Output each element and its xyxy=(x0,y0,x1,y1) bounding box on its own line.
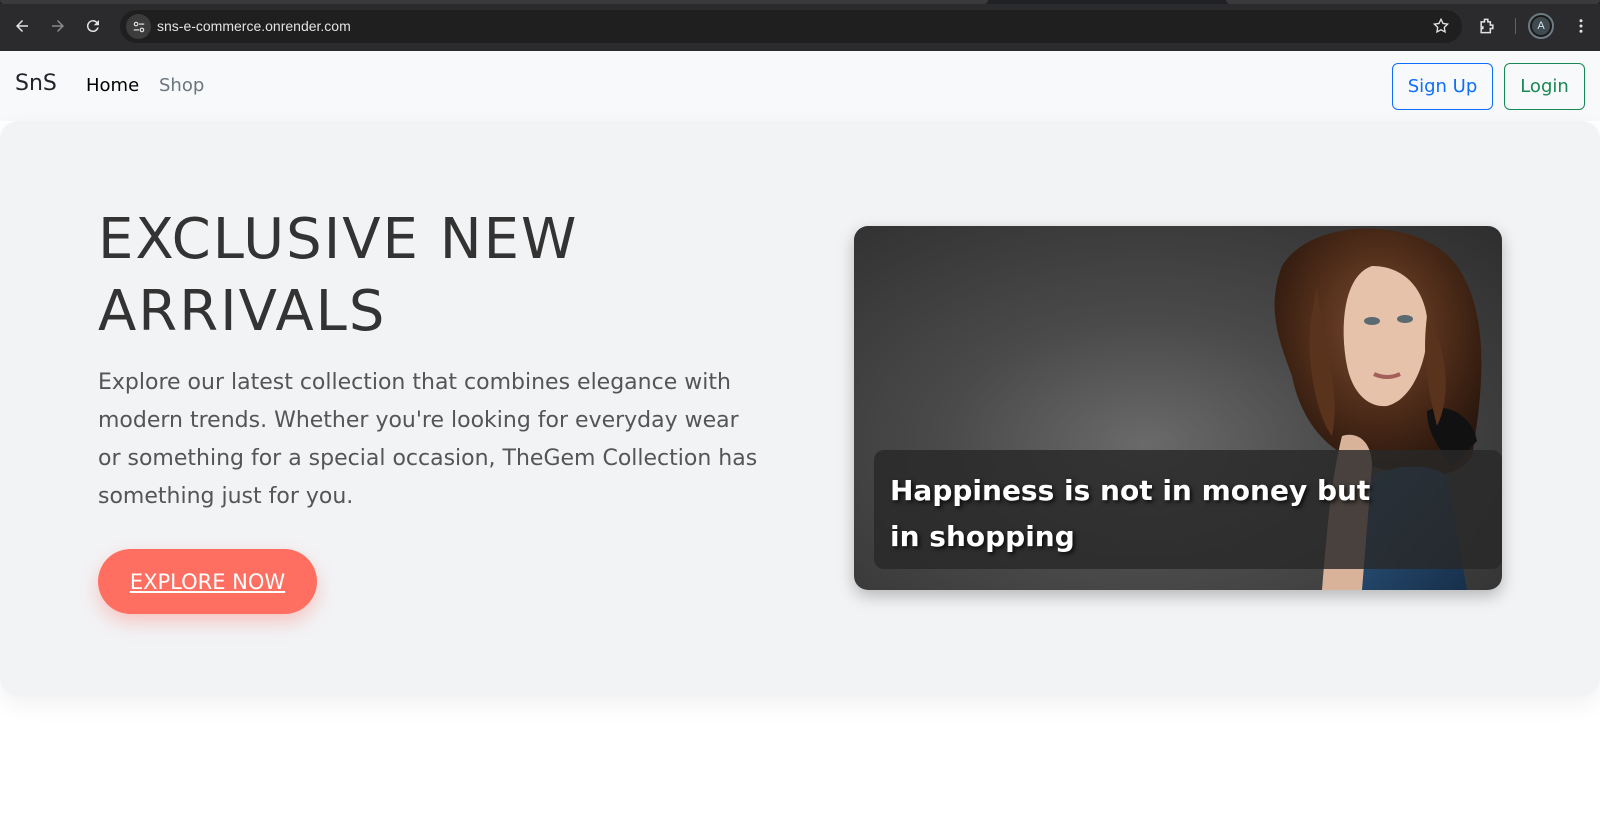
bookmark-star-icon[interactable] xyxy=(1432,17,1450,39)
caption-text: Happiness is not in money but in shoppin… xyxy=(890,474,1371,553)
browser-tab[interactable] xyxy=(1226,0,1600,4)
brand-logo[interactable]: SnS xyxy=(15,71,57,96)
reload-icon[interactable] xyxy=(82,15,104,37)
signup-button[interactable]: Sign Up xyxy=(1392,63,1493,110)
image-caption: Happiness is not in money but in shoppin… xyxy=(874,450,1502,569)
profile-avatar[interactable]: A xyxy=(1528,13,1554,39)
nav-link-shop[interactable]: Shop xyxy=(159,75,204,96)
hero-image-card: Happiness is not in money but in shoppin… xyxy=(854,226,1502,590)
site-navbar: SnS Home Shop Sign Up Login xyxy=(0,51,1600,121)
browser-toolbar: sns-e-commerce.onrender.com A xyxy=(0,0,1600,51)
browser-tab[interactable] xyxy=(0,0,988,4)
url-text[interactable]: sns-e-commerce.onrender.com xyxy=(157,18,351,34)
back-icon[interactable] xyxy=(11,15,33,37)
site-info-icon[interactable] xyxy=(126,14,151,39)
tab-strip xyxy=(0,0,1600,4)
more-menu-icon[interactable] xyxy=(1572,16,1590,40)
nav-link-home[interactable]: Home xyxy=(86,75,139,96)
forward-icon[interactable] xyxy=(47,15,69,37)
profile-initial: A xyxy=(1532,17,1550,35)
hero-title: EXCLUSIVE NEW ARRIVALS xyxy=(98,207,579,344)
explore-now-button[interactable]: EXPLORE NOW xyxy=(98,549,317,614)
hero-description: Explore our latest collection that combi… xyxy=(98,370,758,509)
login-button[interactable]: Login xyxy=(1504,63,1585,110)
address-bar[interactable]: sns-e-commerce.onrender.com xyxy=(120,10,1462,43)
hero-section: EXCLUSIVE NEW ARRIVALS Explore our lates… xyxy=(0,121,1600,696)
extensions-icon[interactable] xyxy=(1477,16,1497,40)
toolbar-divider xyxy=(1515,18,1516,34)
